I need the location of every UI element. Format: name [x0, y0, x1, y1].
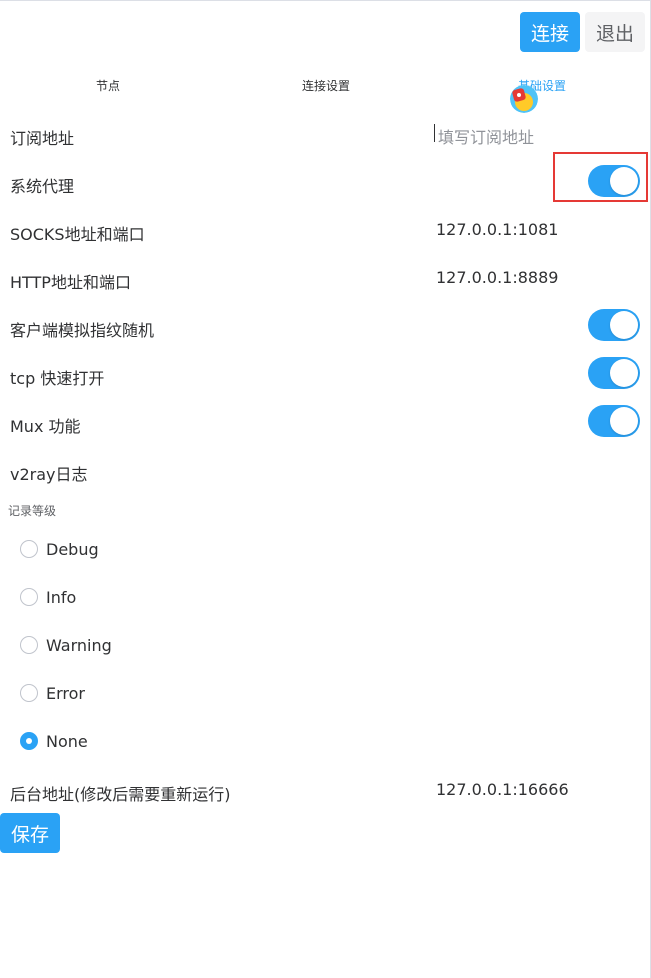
mux-label: Mux 功能 [10, 417, 81, 436]
subscription-label: 订阅地址 [10, 129, 75, 148]
mux-toggle[interactable] [588, 405, 640, 437]
highlight-box [553, 152, 648, 202]
radio-debug-label[interactable]: Debug [46, 540, 99, 559]
radio-info-label[interactable]: Info [46, 588, 76, 607]
avatar-icon [510, 85, 538, 113]
fingerprint-toggle[interactable] [588, 309, 640, 341]
radio-error-label[interactable]: Error [46, 684, 85, 703]
backend-label: 后台地址(修改后需要重新运行) [10, 785, 231, 804]
connect-button[interactable]: 连接 [520, 12, 580, 52]
tcp-fast-open-toggle[interactable] [588, 357, 640, 389]
tab-bar: 节点 连接设置 基础设置 [0, 77, 651, 97]
socks-value[interactable]: 127.0.0.1:1081 [436, 220, 558, 239]
fingerprint-label: 客户端模拟指纹随机 [10, 321, 155, 340]
radio-debug[interactable] [20, 540, 38, 558]
radio-warning[interactable] [20, 636, 38, 654]
radio-none[interactable] [20, 732, 38, 750]
radio-info[interactable] [20, 588, 38, 606]
system-proxy-label: 系统代理 [10, 177, 75, 196]
radio-none-label[interactable]: None [46, 732, 88, 751]
v2ray-log-label: v2ray日志 [10, 465, 88, 484]
toggle-knob [610, 407, 638, 435]
text-caret [434, 124, 435, 142]
radio-error[interactable] [20, 684, 38, 702]
backend-value[interactable]: 127.0.0.1:16666 [436, 780, 569, 799]
exit-button[interactable]: 退出 [585, 12, 645, 52]
toggle-knob [610, 311, 638, 339]
http-label: HTTP地址和端口 [10, 273, 131, 292]
log-level-label: 记录等级 [8, 504, 57, 518]
subscription-input[interactable]: 填写订阅地址 [438, 124, 534, 148]
radio-warning-label[interactable]: Warning [46, 636, 112, 655]
socks-label: SOCKS地址和端口 [10, 225, 145, 244]
save-button[interactable]: 保存 [0, 813, 60, 853]
tcp-fast-open-label: tcp 快速打开 [10, 369, 105, 388]
tab-connection-settings[interactable]: 连接设置 [302, 77, 350, 94]
tab-nodes[interactable]: 节点 [96, 77, 120, 94]
toggle-knob [610, 359, 638, 387]
http-value[interactable]: 127.0.0.1:8889 [436, 268, 558, 287]
